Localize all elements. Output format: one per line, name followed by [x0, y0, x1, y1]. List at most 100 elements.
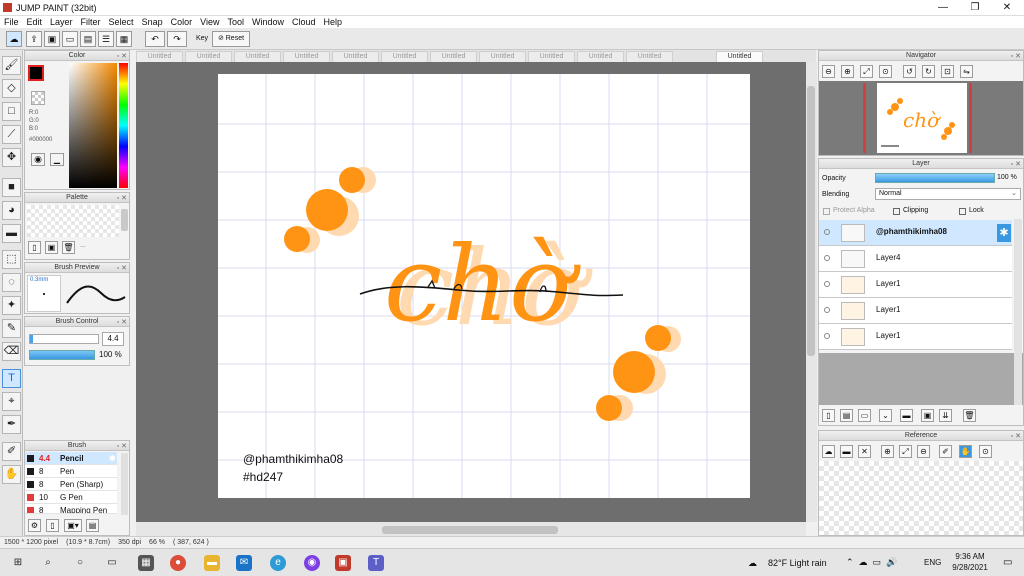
brush-tool-icon[interactable]: 🖌 — [2, 56, 21, 75]
menu-help[interactable]: Help — [320, 16, 347, 28]
flip-icon[interactable]: ⇋ — [960, 65, 973, 78]
brush-size-value[interactable]: 4.4 — [102, 332, 124, 346]
brush-size-slider[interactable] — [29, 334, 99, 344]
select-pen-tool-icon[interactable]: ✎ — [2, 319, 21, 338]
eraser-tool-icon[interactable]: ◇ — [2, 79, 21, 98]
visibility-icon[interactable] — [824, 255, 830, 261]
tab-untitled[interactable]: Untitled — [430, 51, 477, 62]
reference-view[interactable] — [819, 461, 1023, 535]
tab-untitled[interactable]: Untitled — [136, 51, 183, 62]
select-rect-tool-icon[interactable]: ⬚ — [2, 250, 21, 269]
task-view-icon[interactable]: ○ — [72, 555, 88, 571]
new-palette-icon[interactable]: ▯ — [28, 241, 41, 254]
save-icon[interactable]: ▭ — [62, 31, 78, 47]
ref-eyedropper-icon[interactable]: ✐ — [939, 445, 952, 458]
task-switch-icon[interactable]: ▭ — [104, 555, 120, 571]
notification-icon[interactable]: ▭ — [1003, 557, 1012, 568]
dropdown-icon[interactable]: ⌄ — [879, 409, 892, 422]
search-icon[interactable]: ⌕ — [40, 555, 56, 571]
brush-item-g-pen[interactable]: 10 G Pen — [25, 491, 117, 504]
zoom-in-icon[interactable]: ⊕ — [841, 65, 854, 78]
menu-view[interactable]: View — [196, 16, 223, 28]
edge-icon[interactable]: e — [270, 555, 286, 571]
close-reference-icon[interactable]: ✕ — [858, 445, 871, 458]
hue-slider[interactable] — [119, 63, 128, 188]
vertical-scroll-thumb[interactable] — [807, 86, 815, 356]
color-mode-icon[interactable]: ▁ — [50, 153, 64, 166]
zoom-icon[interactable]: ⊙ — [879, 65, 892, 78]
current-color-swatch[interactable] — [28, 65, 44, 81]
redo-icon[interactable]: ↷ — [167, 31, 187, 47]
visibility-icon[interactable] — [824, 333, 830, 339]
merge-layer-icon[interactable]: ⇊ — [939, 409, 952, 422]
ref-zoom-in-icon[interactable]: ⊕ — [881, 445, 894, 458]
brush-item-pencil[interactable]: 4.4 Pencil ✱ — [25, 452, 117, 465]
tab-untitled[interactable]: Untitled — [479, 51, 526, 62]
mail-icon[interactable]: ✉ — [236, 555, 252, 571]
tab-untitled[interactable]: Untitled — [528, 51, 575, 62]
menu-tool[interactable]: Tool — [223, 16, 248, 28]
palette-more[interactable]: ... — [80, 242, 86, 249]
language-indicator[interactable]: ENG — [924, 558, 941, 567]
zoom-out-icon[interactable]: ⊖ — [822, 65, 835, 78]
menu-filter[interactable]: Filter — [77, 16, 105, 28]
copy-palette-icon[interactable]: ▣ — [45, 241, 58, 254]
drawing-canvas[interactable]: chờ chờ @phamthikimha08 #hd247 — [218, 74, 750, 498]
tab-untitled[interactable]: Untitled — [185, 51, 232, 62]
blending-select[interactable]: Normal ⌄ — [875, 188, 1021, 200]
protect-alpha-checkbox[interactable] — [823, 208, 830, 215]
upload-icon[interactable]: ⇪ — [26, 31, 42, 47]
tab-untitled[interactable]: Untitled — [234, 51, 281, 62]
chrome-icon[interactable]: ● — [170, 555, 186, 571]
tab-untitled[interactable]: Untitled — [283, 51, 330, 62]
messenger-icon[interactable]: ◉ — [304, 555, 320, 571]
rectangle-tool-icon[interactable]: □ — [2, 102, 21, 121]
document-icon[interactable]: ▤ — [80, 31, 96, 47]
clipping-checkbox[interactable] — [893, 208, 900, 215]
brush-item-mapping-pen[interactable]: 8 Mapping Pen — [25, 504, 117, 514]
horizontal-scroll-thumb[interactable] — [382, 526, 558, 534]
layer-row[interactable]: Layer1 — [819, 324, 1012, 350]
maximize-button[interactable]: ❐ — [960, 0, 990, 16]
ref-hand-icon[interactable]: ✋ — [959, 445, 972, 458]
visibility-icon[interactable] — [824, 229, 830, 235]
minimize-button[interactable]: — — [928, 0, 958, 16]
palette-swatch-area[interactable] — [27, 205, 119, 237]
delete-layer-icon[interactable]: 🗑 — [963, 409, 976, 422]
tab-untitled[interactable]: Untitled — [332, 51, 379, 62]
undo-icon[interactable]: ↶ — [145, 31, 165, 47]
fit-icon[interactable]: ⤢ — [860, 65, 873, 78]
store-icon[interactable]: ▦ — [138, 555, 154, 571]
close-button[interactable]: ✕ — [992, 0, 1022, 16]
layer-scrollbar[interactable] — [1014, 219, 1022, 405]
line-tool-icon[interactable]: ⟋ — [2, 125, 21, 144]
tab-untitled[interactable]: Untitled — [626, 51, 673, 62]
brush-new-icon[interactable]: ▯ — [46, 519, 59, 532]
ref-reset-icon[interactable]: ⊙ — [979, 445, 992, 458]
visibility-icon[interactable] — [824, 281, 830, 287]
transparent-swatch[interactable] — [31, 91, 45, 105]
layer-opacity-slider[interactable] — [875, 173, 995, 183]
jump-paint-icon[interactable]: ▣ — [335, 555, 351, 571]
move-tool-icon[interactable]: ✥ — [2, 148, 21, 167]
palette-scrollbar[interactable] — [121, 209, 128, 231]
operation-tool-icon[interactable]: ⌖ — [2, 392, 21, 411]
teams-icon[interactable]: T — [368, 555, 384, 571]
select-eraser-tool-icon[interactable]: ⌫ — [2, 342, 21, 361]
new-layer-icon[interactable]: ▯ — [822, 409, 835, 422]
menu-layer[interactable]: Layer — [46, 16, 77, 28]
ref-fit-icon[interactable]: ⤢ — [899, 445, 912, 458]
menu-snap[interactable]: Snap — [138, 16, 167, 28]
brush-item-pen[interactable]: 8 Pen — [25, 465, 117, 478]
tab-untitled[interactable]: Untitled — [577, 51, 624, 62]
pen-tool-icon[interactable]: ✒ — [2, 415, 21, 434]
tab-untitled[interactable]: Untitled — [381, 51, 428, 62]
menu-file[interactable]: File — [0, 16, 23, 28]
lock-checkbox[interactable] — [959, 208, 966, 215]
navigator-preview-area[interactable]: chờ — [819, 81, 1023, 155]
eyedropper-tool-icon[interactable]: ✐ — [2, 442, 21, 461]
palette-wheel-icon[interactable]: ◉ — [31, 153, 45, 166]
menu-cloud[interactable]: Cloud — [288, 16, 320, 28]
system-tray-icons[interactable]: ⌃☁▭🔊 — [846, 557, 902, 568]
layer-row[interactable]: Layer4 — [819, 246, 1012, 272]
